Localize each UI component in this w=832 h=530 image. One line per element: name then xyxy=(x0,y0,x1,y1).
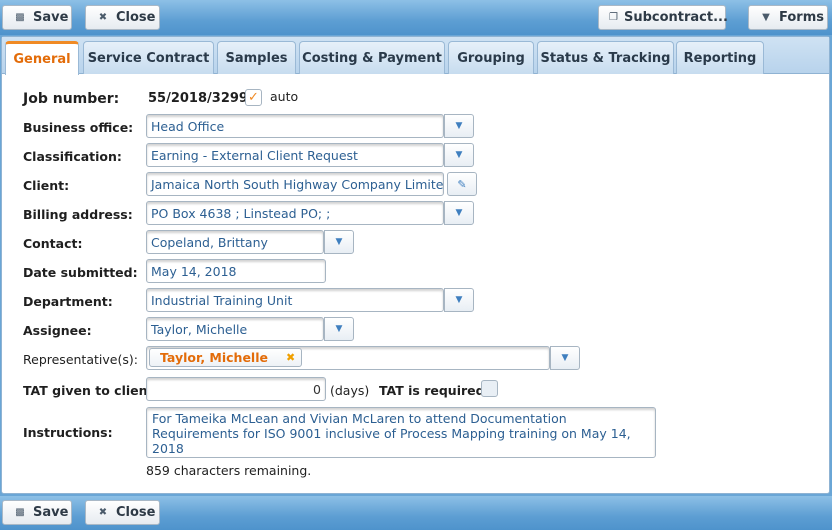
subcontract-button-label: Subcontract... xyxy=(623,10,728,25)
bottom-toolbar: ▩ Save ✖ Close xyxy=(0,496,832,530)
billing-address-dropdown[interactable]: ▼ xyxy=(444,201,474,225)
business-office-select[interactable]: Head Office xyxy=(146,114,444,138)
close-x-icon: ✖ xyxy=(98,12,108,23)
tat-input[interactable]: 0 xyxy=(146,377,326,401)
contact-select[interactable]: Copeland, Brittany xyxy=(146,230,324,254)
close-button-bottom-label: Close xyxy=(116,505,156,520)
chevron-down-icon: ▼ xyxy=(455,121,463,131)
department-select[interactable]: Industrial Training Unit xyxy=(146,288,444,312)
billing-address-select[interactable]: PO Box 4638 ; Linstead PO; ; xyxy=(146,201,444,225)
chevron-down-icon: ▼ xyxy=(762,12,770,23)
floppy-disk-icon: ▩ xyxy=(15,12,25,23)
subcontract-button[interactable]: ❐ Subcontract... xyxy=(598,5,728,30)
tab-reporting[interactable]: Reporting xyxy=(676,41,764,74)
close-button-label: Close xyxy=(116,10,156,25)
client-label: Client: xyxy=(23,178,70,193)
save-button-label: Save xyxy=(33,10,69,25)
close-button[interactable]: ✖ Close xyxy=(85,5,160,30)
client-edit-button[interactable]: ✎ xyxy=(447,172,477,196)
department-dropdown[interactable]: ▼ xyxy=(444,288,474,312)
instructions-label: Instructions: xyxy=(23,425,113,440)
business-office-dropdown[interactable]: ▼ xyxy=(444,114,474,138)
chevron-down-icon: ▼ xyxy=(335,324,343,334)
chevron-down-icon: ▼ xyxy=(455,208,463,218)
billing-address-label: Billing address: xyxy=(23,207,133,222)
chevron-down-icon: ▼ xyxy=(335,237,343,247)
close-button-bottom[interactable]: ✖ Close xyxy=(85,500,160,525)
forms-button-label: Forms xyxy=(779,10,824,25)
floppy-disk-icon: ▩ xyxy=(15,507,25,518)
contact-label: Contact: xyxy=(23,236,83,251)
representatives-label: Representative(s): xyxy=(23,352,138,367)
representatives-dropdown[interactable]: ▼ xyxy=(550,346,580,370)
date-submitted-label: Date submitted: xyxy=(23,265,138,280)
copy-pages-icon: ❐ xyxy=(609,12,618,23)
job-number-value: 55/2018/3299 xyxy=(148,91,248,106)
chevron-down-icon: ▼ xyxy=(455,150,463,160)
forms-button[interactable]: ▼ Forms xyxy=(748,5,828,30)
department-label: Department: xyxy=(23,294,113,309)
auto-checkbox[interactable]: ✓ xyxy=(245,89,262,106)
chevron-down-icon: ▼ xyxy=(455,295,463,305)
representative-chip: Taylor, Michelle ✖ xyxy=(149,348,303,367)
remove-chip-icon[interactable]: ✖ xyxy=(286,351,295,364)
job-number-label: Job number: xyxy=(23,91,120,107)
auto-label: auto xyxy=(270,89,299,104)
tat-unit: (days) xyxy=(330,383,370,398)
classification-select[interactable]: Earning - External Client Request xyxy=(146,143,444,167)
job-form-panel: General Service Contract Samples Costing… xyxy=(1,36,830,494)
tat-required-label: TAT is required: xyxy=(379,383,490,398)
assignee-select[interactable]: Taylor, Michelle xyxy=(146,317,324,341)
tab-status-tracking[interactable]: Status & Tracking xyxy=(537,41,674,74)
tab-strip: General Service Contract Samples Costing… xyxy=(2,37,829,75)
classification-label: Classification: xyxy=(23,149,122,164)
representative-chip-label: Taylor, Michelle xyxy=(160,350,268,365)
tab-general[interactable]: General xyxy=(5,41,79,75)
chevron-down-icon: ▼ xyxy=(561,353,569,363)
tab-costing-payment[interactable]: Costing & Payment xyxy=(299,41,445,74)
tab-grouping[interactable]: Grouping xyxy=(448,41,534,74)
chars-remaining: 859 characters remaining. xyxy=(146,463,312,478)
classification-dropdown[interactable]: ▼ xyxy=(444,143,474,167)
assignee-label: Assignee: xyxy=(23,323,92,338)
tat-required-checkbox[interactable] xyxy=(481,380,498,397)
save-button[interactable]: ▩ Save xyxy=(2,5,72,30)
pencil-icon: ✎ xyxy=(457,177,467,191)
tat-label: TAT given to client: xyxy=(23,383,159,398)
date-submitted-field[interactable]: May 14, 2018 xyxy=(146,259,326,283)
client-field[interactable]: Jamaica North South Highway Company Limi… xyxy=(146,172,444,196)
save-button-bottom-label: Save xyxy=(33,505,69,520)
top-toolbar: ▩ Save ✖ Close ❐ Subcontract... ▼ Forms xyxy=(0,0,832,35)
instructions-textarea[interactable]: For Tameika McLean and Vivian McLaren to… xyxy=(146,407,656,458)
contact-dropdown[interactable]: ▼ xyxy=(324,230,354,254)
checkmark-icon: ✓ xyxy=(248,90,259,105)
business-office-label: Business office: xyxy=(23,120,134,135)
close-x-icon: ✖ xyxy=(98,507,108,518)
tab-samples[interactable]: Samples xyxy=(217,41,296,74)
assignee-dropdown[interactable]: ▼ xyxy=(324,317,354,341)
save-button-bottom[interactable]: ▩ Save xyxy=(2,500,72,525)
tab-service-contract[interactable]: Service Contract xyxy=(83,41,214,74)
